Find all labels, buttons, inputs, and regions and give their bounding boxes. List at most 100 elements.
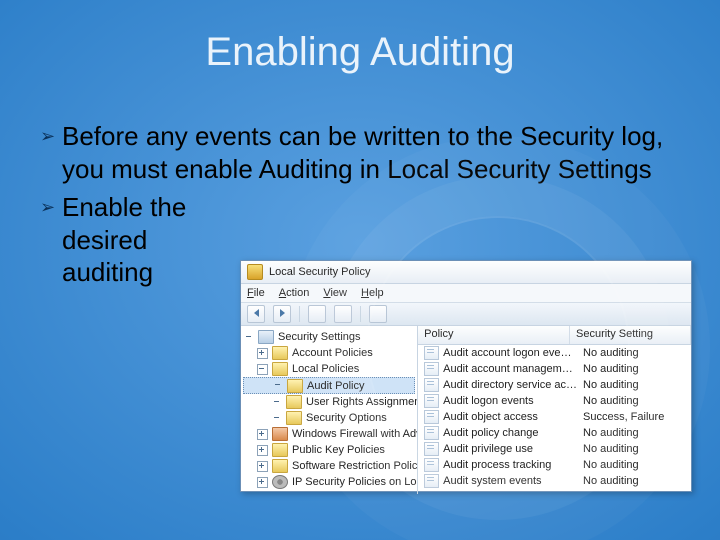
policy-setting: No auditing: [577, 379, 691, 391]
policy-setting: No auditing: [577, 459, 691, 471]
app-icon: [247, 264, 263, 280]
policy-setting: No auditing: [577, 427, 691, 439]
tree-label: Public Key Policies: [292, 444, 385, 456]
tree-label: User Rights Assignment: [306, 396, 418, 408]
policy-icon: [424, 410, 439, 424]
security-settings-icon: [258, 330, 274, 344]
column-setting[interactable]: Security Setting: [570, 326, 691, 344]
tree-item-ipsec[interactable]: IP Security Policies on Local C: [243, 474, 415, 490]
firewall-icon: [272, 427, 288, 441]
folder-icon: [286, 411, 302, 425]
tree-item-user-rights[interactable]: User Rights Assignment: [243, 394, 415, 410]
twisty-icon: [245, 333, 254, 342]
twisty-icon: [274, 381, 283, 390]
menu-action[interactable]: Action: [279, 287, 310, 299]
tree-pane: Security Settings Account Policies Local…: [241, 326, 418, 494]
policy-name: Audit account managem…: [443, 363, 577, 375]
list-item[interactable]: Audit logon eventsNo auditing: [418, 393, 691, 409]
tree-item-audit-policy[interactable]: Audit Policy: [243, 377, 415, 394]
policy-name: Audit logon events: [443, 395, 577, 407]
policy-setting: Success, Failure: [577, 411, 691, 423]
slide-title: Enabling Auditing: [0, 30, 720, 75]
list-item[interactable]: Audit privilege useNo auditing: [418, 441, 691, 457]
list-pane: Policy Security Setting Audit account lo…: [418, 326, 691, 494]
tree-label: Audit Policy: [307, 380, 364, 392]
policy-icon: [424, 346, 439, 360]
twisty-icon: [273, 398, 282, 407]
expand-icon[interactable]: [257, 461, 268, 472]
folder-icon: [272, 459, 288, 473]
policy-setting: No auditing: [577, 443, 691, 455]
tree-root[interactable]: Security Settings: [243, 329, 415, 345]
policy-icon: [424, 362, 439, 376]
toolbar-button[interactable]: [334, 305, 352, 323]
tree-item-firewall[interactable]: Windows Firewall with Advanc: [243, 426, 415, 442]
policy-name: Audit process tracking: [443, 459, 577, 471]
folder-icon: [272, 443, 288, 457]
list-item[interactable]: Audit directory service ac…No auditing: [418, 377, 691, 393]
column-policy[interactable]: Policy: [418, 326, 570, 344]
toolbar-separator: [360, 306, 361, 322]
collapse-icon[interactable]: [257, 364, 268, 375]
menu-view[interactable]: View: [323, 287, 347, 299]
expand-icon[interactable]: [257, 348, 268, 359]
tree-item-security-options[interactable]: Security Options: [243, 410, 415, 426]
policy-setting: No auditing: [577, 395, 691, 407]
menu-file[interactable]: File: [247, 287, 265, 299]
tree-label: Local Policies: [292, 363, 359, 375]
list-item[interactable]: Audit process trackingNo auditing: [418, 457, 691, 473]
tree-item-software-restriction[interactable]: Software Restriction Policies: [243, 458, 415, 474]
policy-icon: [424, 474, 439, 488]
local-security-policy-window: Local Security Policy File Action View H…: [240, 260, 692, 492]
folder-icon: [286, 395, 302, 409]
list-item[interactable]: Audit account managem…No auditing: [418, 361, 691, 377]
policy-name: Audit object access: [443, 411, 577, 423]
policy-setting: No auditing: [577, 363, 691, 375]
policy-name: Audit system events: [443, 475, 577, 487]
tree-label: Windows Firewall with Advanc: [292, 428, 418, 440]
toolbar-button[interactable]: [369, 305, 387, 323]
list-item[interactable]: Audit object accessSuccess, Failure: [418, 409, 691, 425]
policy-name: Audit directory service ac…: [443, 379, 577, 391]
tree-item-public-key[interactable]: Public Key Policies: [243, 442, 415, 458]
bullet-text: Enable the desired auditing: [62, 191, 232, 289]
bullet-text: Before any events can be written to the …: [62, 120, 680, 185]
expand-icon[interactable]: [257, 477, 268, 488]
bullet-chevron-icon: ➢: [40, 120, 62, 185]
window-titlebar: Local Security Policy: [241, 261, 691, 284]
policy-setting: No auditing: [577, 475, 691, 487]
bullet-item: ➢ Before any events can be written to th…: [40, 120, 680, 185]
slide: Enabling Auditing ➢ Before any events ca…: [0, 0, 720, 540]
toolbar-button[interactable]: [308, 305, 326, 323]
list-item[interactable]: Audit policy changeNo auditing: [418, 425, 691, 441]
toolbar: [241, 303, 691, 326]
policy-name: Audit account logon eve…: [443, 347, 577, 359]
tree-label: Software Restriction Policies: [292, 460, 418, 472]
list-item[interactable]: Audit system eventsNo auditing: [418, 473, 691, 489]
bullet-chevron-icon: ➢: [40, 191, 62, 289]
back-button[interactable]: [247, 305, 265, 323]
column-headers: Policy Security Setting: [418, 326, 691, 345]
tree-item-local-policies[interactable]: Local Policies: [243, 361, 415, 377]
toolbar-separator: [299, 306, 300, 322]
expand-icon[interactable]: [257, 445, 268, 456]
policy-setting: No auditing: [577, 347, 691, 359]
forward-button[interactable]: [273, 305, 291, 323]
tree-label: Security Options: [306, 412, 387, 424]
policy-icon: [424, 426, 439, 440]
tree-label: Security Settings: [278, 331, 361, 343]
policy-name: Audit privilege use: [443, 443, 577, 455]
ipsec-icon: [272, 475, 288, 489]
menu-bar: File Action View Help: [241, 284, 691, 303]
list-item[interactable]: Audit account logon eve…No auditing: [418, 345, 691, 361]
tree-label: Account Policies: [292, 347, 373, 359]
folder-icon: [272, 346, 288, 360]
policy-name: Audit policy change: [443, 427, 577, 439]
window-title: Local Security Policy: [269, 266, 371, 278]
expand-icon[interactable]: [257, 429, 268, 440]
policy-icon: [424, 378, 439, 392]
menu-help[interactable]: Help: [361, 287, 384, 299]
policy-icon: [424, 394, 439, 408]
folder-icon: [272, 362, 288, 376]
tree-item-account-policies[interactable]: Account Policies: [243, 345, 415, 361]
